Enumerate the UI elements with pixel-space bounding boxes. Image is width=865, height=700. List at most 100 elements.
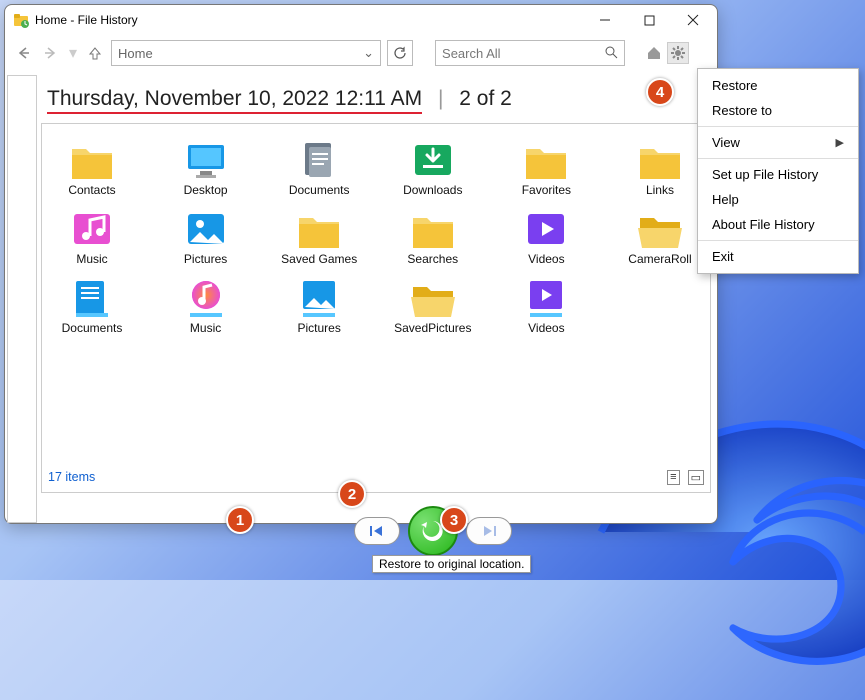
folder-label: Music: [50, 253, 134, 266]
version-position: 2 of 2: [459, 87, 512, 110]
music-lib-icon: [164, 272, 248, 322]
folder-open-icon: [618, 203, 702, 253]
folder-label: Contacts: [50, 184, 134, 197]
folder-label: Documents: [50, 322, 134, 335]
arrow-right-icon: [43, 45, 59, 61]
items-pane: Contacts Desktop Documents Downloads Favorit…: [41, 123, 711, 493]
folder-label: Downloads: [391, 184, 475, 197]
chevron-right-icon: ▶: [836, 136, 844, 149]
menu-item[interactable]: Exit: [698, 244, 858, 269]
folder-item[interactable]: Music: [50, 203, 134, 266]
folder-item[interactable]: Videos: [504, 203, 588, 266]
address-text: Home: [118, 46, 153, 61]
arrow-up-icon: [88, 46, 102, 60]
menu-item-label: Restore: [712, 78, 758, 93]
folder-item[interactable]: Contacts: [50, 134, 134, 197]
preview-strip-prev[interactable]: [7, 75, 37, 523]
skip-next-icon: [480, 524, 498, 538]
folder-label: Pictures: [164, 253, 248, 266]
version-header: Thursday, November 10, 2022 12:11 AM | 2…: [41, 75, 711, 113]
folder-item[interactable]: CameraRoll: [618, 203, 702, 266]
nav-up-button[interactable]: [83, 41, 107, 65]
items-grid: Contacts Desktop Documents Downloads Favorit…: [50, 134, 702, 336]
refresh-icon: [393, 46, 407, 60]
version-nav-controls: [354, 506, 512, 556]
folder-item[interactable]: Pictures: [164, 203, 248, 266]
home-button[interactable]: [643, 42, 665, 64]
folder-item[interactable]: SavedPictures: [391, 272, 475, 335]
annotation-3: 3: [440, 506, 468, 534]
downloads-icon: [391, 134, 475, 184]
folder-label: Music: [164, 322, 248, 335]
folder-item[interactable]: Videos: [504, 272, 588, 335]
menu-item-label: Set up File History: [712, 167, 818, 182]
folder-yellow-icon: [391, 203, 475, 253]
folder-label: Favorites: [504, 184, 588, 197]
view-icons-button[interactable]: ▭: [688, 470, 704, 485]
chevron-down-icon: ⌄: [363, 45, 374, 61]
prev-version-button[interactable]: [354, 517, 400, 545]
folder-label: Saved Games: [277, 253, 361, 266]
search-icon: [604, 45, 618, 62]
folder-item[interactable]: Desktop: [164, 134, 248, 197]
menu-item-label: Restore to: [712, 103, 772, 118]
music-icon: [50, 203, 134, 253]
menu-item-label: View: [712, 135, 740, 150]
folder-label: SavedPictures: [391, 322, 475, 335]
gear-icon: [670, 45, 686, 61]
close-button[interactable]: [671, 6, 715, 34]
folder-item[interactable]: Documents: [277, 134, 361, 197]
next-version-button[interactable]: [466, 517, 512, 545]
annotation-2: 2: [338, 480, 366, 508]
pic-lib-icon: [277, 272, 361, 322]
nav-toolbar: ▾ Home ⌄ Search All: [5, 35, 717, 71]
menu-item[interactable]: About File History: [698, 212, 858, 237]
search-input[interactable]: Search All: [435, 40, 625, 66]
nav-forward-button[interactable]: [39, 41, 63, 65]
menu-item-label: Exit: [712, 249, 734, 264]
home-icon: [646, 45, 662, 61]
status-count: 17 items: [48, 470, 95, 484]
address-bar[interactable]: Home ⌄: [111, 40, 381, 66]
video-lib-icon: [504, 272, 588, 322]
documents-icon: [277, 134, 361, 184]
folder-item[interactable]: Searches: [391, 203, 475, 266]
search-placeholder: Search All: [442, 46, 501, 61]
minimize-button[interactable]: [583, 6, 627, 34]
folder-label: Documents: [277, 184, 361, 197]
folder-yellow-icon: [504, 134, 588, 184]
folder-item[interactable]: Links: [618, 134, 702, 197]
folder-item[interactable]: Documents: [50, 272, 134, 335]
menu-item[interactable]: View ▶: [698, 130, 858, 155]
nav-back-button[interactable]: [11, 41, 35, 65]
folder-item[interactable]: Saved Games: [277, 203, 361, 266]
folder-yellow-icon: [618, 134, 702, 184]
folder-yellow-icon: [50, 134, 134, 184]
nav-divider: ▾: [69, 43, 77, 63]
menu-item[interactable]: Restore: [698, 73, 858, 98]
annotation-4: 4: [646, 78, 674, 106]
maximize-button[interactable]: [627, 6, 671, 34]
titlebar: Home - File History: [5, 5, 717, 35]
menu-item[interactable]: Restore to: [698, 98, 858, 123]
menu-item-label: About File History: [712, 217, 815, 232]
folder-yellow-icon: [277, 203, 361, 253]
videos-icon: [504, 203, 588, 253]
folder-item[interactable]: Pictures: [277, 272, 361, 335]
arrow-left-icon: [15, 45, 31, 61]
menu-item[interactable]: Help: [698, 187, 858, 212]
folder-item[interactable]: Favorites: [504, 134, 588, 197]
folder-label: Pictures: [277, 322, 361, 335]
restore-tooltip: Restore to original location.: [372, 555, 531, 573]
desktop-icon: [164, 134, 248, 184]
view-list-button[interactable]: ≡: [667, 470, 679, 485]
folder-item[interactable]: Downloads: [391, 134, 475, 197]
pictures-icon: [164, 203, 248, 253]
doc-lib-icon: [50, 272, 134, 322]
folder-label: Links: [618, 184, 702, 197]
folder-item[interactable]: Music: [164, 272, 248, 335]
refresh-button[interactable]: [387, 40, 413, 66]
settings-button[interactable]: [667, 42, 689, 64]
menu-item[interactable]: Set up File History: [698, 162, 858, 187]
app-icon: [13, 12, 29, 28]
